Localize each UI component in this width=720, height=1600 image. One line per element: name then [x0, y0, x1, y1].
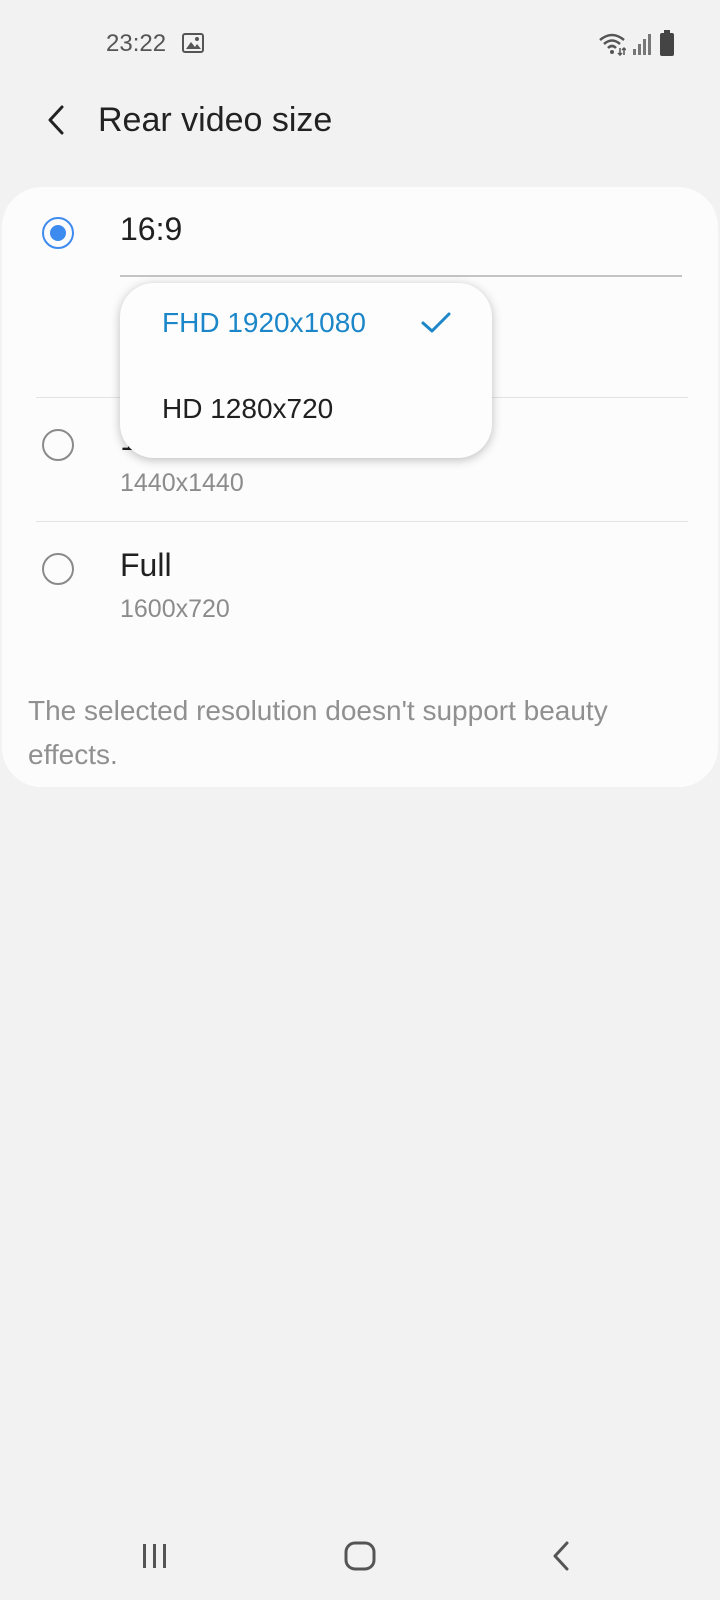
dropdown-item-hd[interactable]: HD 1280x720 — [120, 369, 492, 455]
status-bar: 23:22 — [0, 0, 720, 88]
back-button[interactable] — [34, 98, 78, 142]
radio-16-9[interactable] — [42, 217, 74, 249]
page-title: Rear video size — [98, 101, 333, 139]
dropdown-item-label: FHD 1920x1080 — [162, 307, 366, 338]
radio-1-1[interactable] — [42, 429, 74, 461]
option-sublabel: 1600x720 — [120, 595, 230, 623]
gallery-icon — [182, 33, 204, 53]
home-button[interactable] — [312, 1512, 408, 1600]
back-arrow-icon — [48, 105, 64, 135]
option-label: 16:9 — [120, 211, 183, 247]
dropdown-item-fhd[interactable]: FHD 1920x1080 — [120, 283, 492, 369]
option-full[interactable]: Full 1600x720 — [2, 521, 718, 645]
navigation-bar — [0, 1512, 720, 1600]
app-bar: Rear video size — [0, 88, 720, 184]
option-label: Full — [120, 547, 172, 583]
radio-full[interactable] — [42, 553, 74, 585]
option-sublabel: 1440x1440 — [120, 469, 244, 497]
home-icon — [344, 1541, 376, 1571]
resolution-dropdown: FHD 1920x1080 HD 1280x720 — [120, 283, 492, 458]
notice-text: The selected resolution doesn't support … — [28, 695, 608, 770]
dropdown-item-label: HD 1280x720 — [162, 393, 334, 424]
beauty-effects-notice: The selected resolution doesn't support … — [2, 663, 718, 787]
status-time: 23:22 — [106, 30, 167, 57]
check-icon — [421, 312, 451, 333]
nav-back-button[interactable] — [513, 1512, 609, 1600]
status-icons — [598, 30, 674, 56]
back-icon — [553, 1541, 569, 1571]
wifi-icon — [599, 33, 626, 56]
signal-icon — [633, 34, 651, 55]
recent-apps-icon — [143, 1544, 166, 1568]
recent-apps-button[interactable] — [107, 1512, 203, 1600]
battery-icon — [660, 30, 674, 56]
resolution-dropdown-underline — [120, 275, 682, 277]
options-card: 16:9 1:1 1440x1440 Full 1600x720 The sel… — [2, 187, 718, 787]
